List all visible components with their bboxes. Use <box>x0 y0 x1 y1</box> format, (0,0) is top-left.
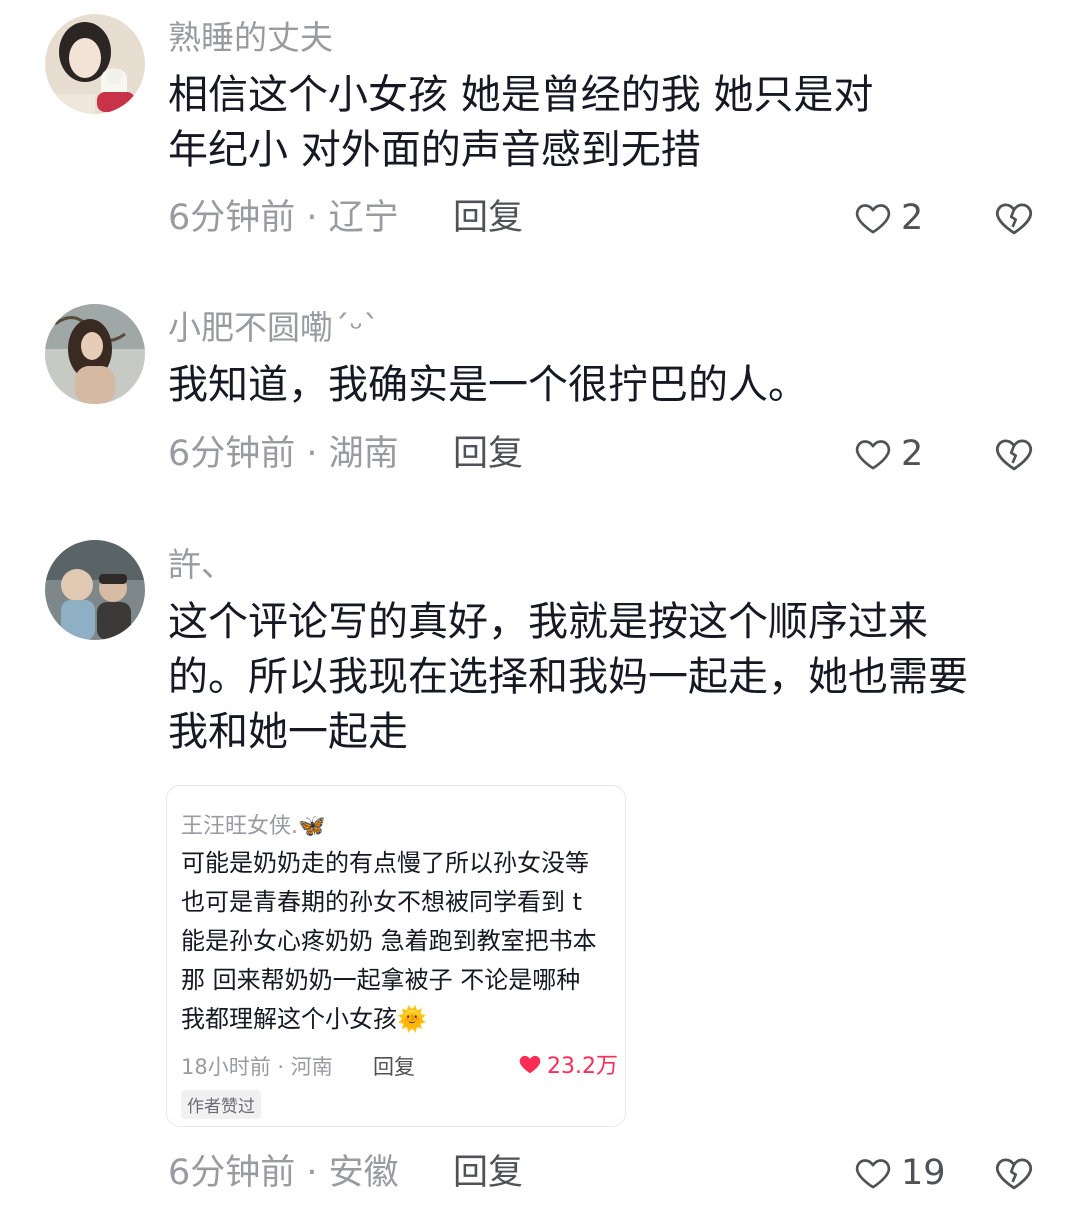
card-meta: 18小时前 · 河南 <box>181 1055 333 1079</box>
card-username: 王汪旺女侠.🦋 <box>181 814 326 839</box>
card-text-line: 能是孙女心疼奶奶 急着跑到教室把书本 <box>181 927 597 955</box>
broken-heart-icon <box>995 1158 1033 1190</box>
like-button[interactable]: 2 <box>853 432 923 476</box>
comment-meta: 6分钟前 · 安徽 <box>168 1153 399 1193</box>
card-reply: 回复 <box>373 1055 415 1079</box>
reply-button[interactable]: 回复 <box>453 1151 523 1195</box>
comment-text-line: 的。所以我现在选择和我妈一起走，她也需要 <box>168 654 968 700</box>
dislike-button[interactable] <box>993 433 1035 475</box>
card-text-line: 可能是奶奶走的有点慢了所以孙女没等 <box>181 849 589 877</box>
avatar-photo-2 <box>45 304 145 404</box>
card-text-line: 那 回来帮奶奶一起拿被子 不论是哪种 <box>181 966 581 994</box>
comment-username[interactable]: 小肥不圆嘞ˊᵕˋ <box>168 308 380 348</box>
comment-text: 相信这个小女孩 她是曾经的我 她只是对 年纪小 对外面的声音感到无措 <box>168 68 1018 178</box>
broken-heart-icon <box>995 203 1033 235</box>
author-liked-badge: 作者赞过 <box>181 1090 261 1119</box>
comment-text: 这个评论写的真好，我就是按这个顺序过来 的。所以我现在选择和我妈一起走，她也需要… <box>168 595 1018 760</box>
like-count: 2 <box>901 198 924 238</box>
dislike-button[interactable] <box>993 197 1035 239</box>
card-text: 可能是奶奶走的有点慢了所以孙女没等 也可是青春期的孙女不想被同学看到 t 能是孙… <box>181 844 625 1039</box>
comment-text-line: 我和她一起走 <box>168 709 408 755</box>
card-text-line: 我都理解这个小女孩🌞 <box>181 1005 427 1033</box>
reply-button[interactable]: 回复 <box>453 196 523 240</box>
comment-username[interactable]: 許、 <box>168 545 234 585</box>
comment-meta: 6分钟前 · 湖南 <box>168 434 399 474</box>
embedded-comment-image[interactable]: 王汪旺女侠.🦋 可能是奶奶走的有点慢了所以孙女没等 也可是青春期的孙女不想被同学… <box>166 785 626 1127</box>
dislike-button[interactable] <box>993 1152 1035 1194</box>
heart-filled-icon <box>519 1055 541 1074</box>
card-text-line: 也可是青春期的孙女不想被同学看到 t <box>181 888 583 916</box>
avatar[interactable] <box>45 14 145 114</box>
like-count: 2 <box>901 434 924 474</box>
card-like-count: 23.2万 <box>547 1054 618 1079</box>
comment-text-line: 这个评论写的真好，我就是按这个顺序过来 <box>168 599 928 645</box>
card-like: 23.2万 <box>517 1048 618 1080</box>
avatar[interactable] <box>45 304 145 404</box>
avatar-photo-3 <box>45 540 145 640</box>
heart-outline-icon <box>855 1159 891 1189</box>
broken-heart-icon <box>995 439 1033 471</box>
heart-outline-icon <box>855 440 891 470</box>
reply-button[interactable]: 回复 <box>453 432 523 476</box>
avatar[interactable] <box>45 540 145 640</box>
comment-text-line: 相信这个小女孩 她是曾经的我 她只是对 <box>168 72 874 118</box>
like-count: 19 <box>901 1153 946 1193</box>
heart-outline-icon <box>855 204 891 234</box>
comment-text: 我知道，我确实是一个很拧巴的人。 <box>168 358 1018 413</box>
comment-meta: 6分钟前 · 辽宁 <box>168 198 399 238</box>
like-button[interactable]: 2 <box>853 196 923 240</box>
avatar-photo-1 <box>45 14 145 114</box>
comment-text-line: 我知道，我确实是一个很拧巴的人。 <box>168 362 808 408</box>
comment-username[interactable]: 熟睡的丈夫 <box>168 18 333 58</box>
comment-text-line: 年纪小 对外面的声音感到无措 <box>168 127 701 173</box>
like-button[interactable]: 19 <box>853 1151 946 1195</box>
